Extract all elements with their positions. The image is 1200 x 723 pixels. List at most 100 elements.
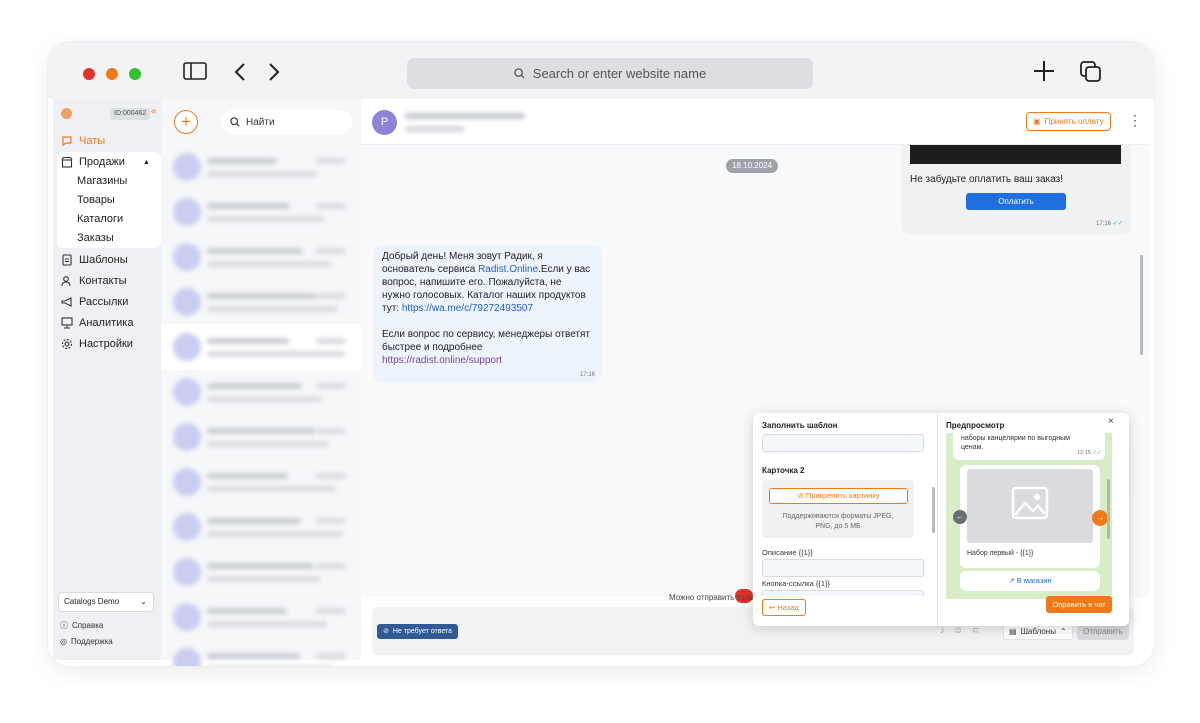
- attach-image-label: Прикрепить картинку: [805, 491, 880, 500]
- nav-sub-stores[interactable]: Магазины: [77, 175, 127, 187]
- chat-list-row[interactable]: [161, 594, 361, 640]
- more-options-icon[interactable]: ⋮: [1128, 112, 1142, 129]
- nav-contacts[interactable]: Контакты: [61, 272, 127, 290]
- nav-sales[interactable]: Продажи ▲: [61, 153, 150, 171]
- attach-image-button[interactable]: ⊘ Прикрепить картинку: [769, 488, 908, 504]
- address-bar[interactable]: Search or enter website name: [407, 58, 813, 89]
- nav-settings[interactable]: Настройки: [61, 335, 133, 353]
- chat-list-row[interactable]: [161, 639, 361, 666]
- support-label: Поддержка: [70, 637, 113, 646]
- message-body: Добрый день! Меня зовут Радик, я основат…: [382, 250, 597, 367]
- send-to-chat-button[interactable]: Оправить в чат: [1046, 596, 1112, 613]
- close-window-button[interactable]: [83, 68, 95, 80]
- preview-scrollbar[interactable]: [1107, 479, 1110, 539]
- store-icon: [61, 156, 73, 168]
- back-icon[interactable]: [234, 62, 246, 87]
- pay-button[interactable]: Оплатить: [966, 193, 1066, 210]
- chat-list-row[interactable]: [161, 549, 361, 595]
- template-icon: ▤: [1009, 627, 1017, 636]
- modal-divider: [937, 413, 938, 626]
- radist-link[interactable]: Radist.Online: [478, 264, 538, 275]
- message-text: основатель сервиса: [382, 264, 479, 275]
- nav-sub-products[interactable]: Товары: [77, 194, 115, 206]
- nav-templates[interactable]: Шаблоны: [61, 251, 128, 269]
- support-url-link[interactable]: https://radist.online/support: [382, 354, 597, 367]
- nav-chats[interactable]: Чаты: [61, 132, 105, 150]
- minimize-window-button[interactable]: [106, 68, 118, 80]
- new-chat-plus-icon[interactable]: +: [174, 110, 198, 134]
- chat-search-input[interactable]: Найти: [221, 110, 352, 134]
- chat-icon: [61, 135, 73, 147]
- nav-analytics[interactable]: Аналитика: [61, 314, 133, 332]
- emoji-icon[interactable]: ☺: [954, 625, 963, 636]
- external-link-icon: ↗: [1008, 576, 1015, 585]
- help-link[interactable]: ⓘ Справка: [60, 620, 103, 631]
- chat-list-row[interactable]: [161, 279, 361, 325]
- chat-name-bar: [207, 428, 315, 434]
- browser-window: Search or enter website name ID:000462 «…: [48, 42, 1154, 666]
- no-reply-button[interactable]: ⊘ Не требует ответа: [377, 624, 459, 639]
- carousel-next-icon[interactable]: →: [1092, 510, 1108, 526]
- form-scrollbar[interactable]: [932, 487, 935, 533]
- order-time-value: 17:16: [1096, 221, 1112, 227]
- tabs-overview-icon[interactable]: [1080, 61, 1102, 88]
- app-logo: [61, 108, 72, 119]
- close-icon[interactable]: ×: [1108, 416, 1114, 427]
- chat-list-row[interactable]: [161, 324, 361, 370]
- chat-list-row[interactable]: [161, 459, 361, 505]
- store-link-button[interactable]: ↗ В магазин: [960, 571, 1100, 591]
- template-variable-field[interactable]: [762, 434, 924, 452]
- nav-mailings[interactable]: Рассылки: [61, 293, 128, 311]
- browser-toolbar: Search or enter website name: [48, 42, 1154, 99]
- date-chip: 18.10.2024: [726, 159, 779, 173]
- chat-time-bar: [316, 338, 346, 344]
- forward-icon[interactable]: [268, 62, 280, 87]
- message-line: вопрос, напишите его. Пожалуйста, не: [382, 277, 562, 288]
- support-icon: ◎: [60, 637, 67, 646]
- preview-time-value: 12:15: [1077, 450, 1091, 456]
- back-button[interactable]: ↩ Назад: [762, 599, 806, 616]
- carousel-prev-icon[interactable]: ←: [953, 510, 967, 524]
- address-placeholder: Search or enter website name: [532, 66, 707, 81]
- gear-icon: [61, 338, 73, 350]
- nav-settings-label: Настройки: [79, 338, 133, 350]
- sidebar-toggle-icon[interactable]: [183, 62, 207, 85]
- nav-sub-orders[interactable]: Заказы: [77, 232, 114, 244]
- support-link[interactable]: ◎ Поддержка: [60, 637, 113, 646]
- message-line: нужно голосовых. Каталог наших продуктов: [382, 290, 586, 301]
- collapse-sidebar-icon[interactable]: «: [151, 106, 157, 117]
- chat-time-bar: [316, 203, 346, 209]
- new-tab-icon[interactable]: [1033, 60, 1055, 87]
- button-link-label: Кнопка-ссылка {{1}}: [762, 579, 831, 588]
- chat-preview-bar: [207, 306, 338, 312]
- chat-list-row[interactable]: [161, 234, 361, 280]
- chat-list-row[interactable]: [161, 189, 361, 235]
- contact-avatar: P: [372, 110, 397, 135]
- store-link-label: В магазин: [1016, 576, 1052, 585]
- info-icon: ⓘ: [60, 621, 68, 630]
- button-link-field[interactable]: [762, 590, 924, 596]
- contact-status-blurred: [405, 126, 465, 132]
- megaphone-icon: [61, 296, 73, 308]
- attach-icon[interactable]: ⊂: [972, 625, 980, 636]
- message-line: Если вопрос по сервису, менеджеры ответя…: [382, 329, 591, 340]
- chat-avatar: [173, 153, 201, 181]
- nav-sub-catalogs[interactable]: Каталоги: [77, 213, 123, 225]
- contacts-icon: [61, 275, 73, 287]
- app-sidebar: ID:000462 « Чаты Продажи ▲ Магазины Това…: [53, 99, 161, 660]
- chat-list-row[interactable]: [161, 414, 361, 460]
- chat-list-row[interactable]: [161, 504, 361, 550]
- description-field[interactable]: [762, 559, 924, 577]
- chat-list-row[interactable]: [161, 369, 361, 415]
- chat-list-row[interactable]: [161, 144, 361, 190]
- catalog-select[interactable]: Catalogs Demo ⌄: [58, 592, 154, 612]
- preview-area: наборы канцелярии по выгодным ценам. 12:…: [946, 433, 1112, 599]
- catalog-link[interactable]: https://wa.me/c/79272493507: [402, 303, 533, 314]
- accept-payment-button[interactable]: ▣ Принять оплату: [1026, 112, 1111, 131]
- maximize-window-button[interactable]: [129, 68, 141, 80]
- card-caption: Набор первый - {{1}}: [967, 550, 1034, 557]
- nav-analytics-label: Аналитика: [79, 317, 134, 329]
- microphone-icon[interactable]: ♪: [940, 625, 945, 636]
- message-scrollbar[interactable]: [1140, 255, 1143, 355]
- chat-list: + Найти: [161, 99, 361, 666]
